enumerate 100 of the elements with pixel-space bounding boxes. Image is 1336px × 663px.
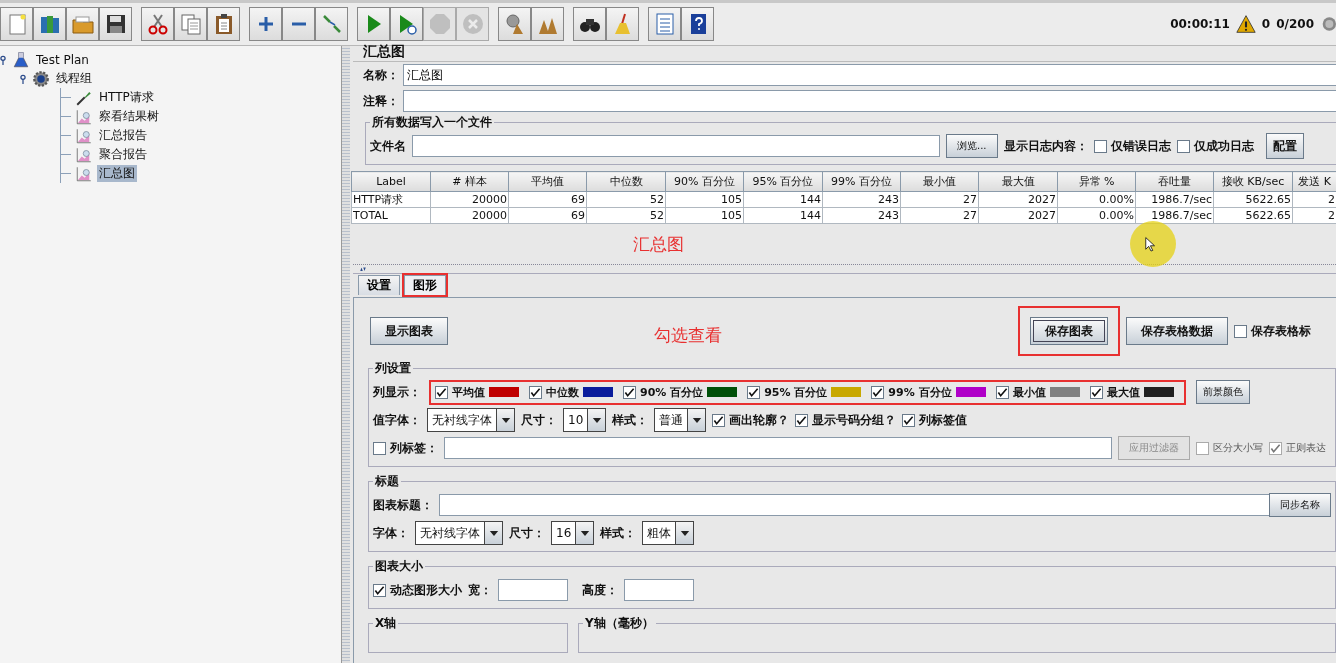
size-dropdown[interactable]: 16 (551, 521, 595, 545)
table-cell: 69 (508, 207, 587, 224)
checkbox[interactable] (435, 385, 448, 399)
stop-sign-icon (427, 12, 452, 36)
table-cell: 52 (586, 207, 666, 224)
width-field[interactable] (498, 579, 568, 601)
checkmark-icon (903, 414, 915, 426)
chart-title-field[interactable] (439, 494, 1271, 516)
save-graph-button[interactable]: 保存图表 (1030, 317, 1108, 345)
toolbar-button[interactable] (681, 7, 714, 41)
column-header[interactable]: 异常 % (1057, 171, 1136, 192)
table-cell: 27 (900, 191, 979, 208)
tree-item[interactable]: 聚合报告 (97, 146, 149, 163)
checkbox[interactable] (529, 385, 542, 399)
table-cell: 0.00% (1057, 191, 1136, 208)
height-field[interactable] (624, 579, 694, 601)
size-dropdown[interactable]: 10 (563, 408, 607, 432)
foreground-color-button[interactable]: 前景颜色 (1195, 380, 1250, 404)
checkbox[interactable] (1176, 139, 1190, 153)
column-header[interactable]: 最大值 (978, 171, 1058, 192)
column-header[interactable]: 发送 K (1292, 171, 1336, 192)
label-filter-field[interactable] (444, 437, 1112, 459)
checkmark-icon (374, 584, 385, 596)
column-header[interactable]: 90% 百分位 (665, 171, 744, 192)
color-swatch[interactable] (583, 387, 613, 397)
checkbox-label: 90% 百分位 (640, 384, 704, 400)
field-label: 文件名 (370, 137, 406, 155)
flask-icon (12, 50, 30, 69)
column-header[interactable]: 99% 百分位 (822, 171, 901, 192)
display-graph-button[interactable]: 显示图表 (370, 317, 448, 345)
color-swatch[interactable] (1143, 387, 1174, 397)
checkbox-label: 显示号码分组？ (812, 411, 897, 429)
dropdown-arrow-icon (579, 528, 590, 538)
group-title: 图表大小 (373, 558, 425, 575)
checkbox[interactable] (747, 385, 761, 399)
group-title: X轴 (373, 615, 399, 632)
group-title: 所有数据写入一个文件 (370, 114, 494, 131)
splitter-handle[interactable] (342, 46, 350, 663)
tree-item[interactable]: 汇总报告 (97, 127, 149, 144)
column-header[interactable]: 接收 KB/sec (1213, 171, 1293, 192)
toolbar-button[interactable] (99, 7, 132, 41)
status-icon (1320, 14, 1336, 34)
checkbox[interactable] (1234, 324, 1247, 338)
name-field[interactable]: 汇总图 (403, 64, 1336, 86)
color-swatch[interactable] (707, 387, 738, 397)
checkbox[interactable] (871, 385, 885, 399)
checkbox[interactable] (623, 385, 636, 399)
column-header[interactable]: # 样本 (430, 171, 509, 192)
configure-button[interactable]: 配置 (1265, 133, 1304, 159)
style-dropdown[interactable]: 普通 (654, 408, 707, 432)
checkbox[interactable] (902, 413, 916, 427)
table-cell: 243 (822, 191, 901, 208)
column-header[interactable]: 中位数 (586, 171, 666, 192)
color-swatch[interactable] (1049, 387, 1080, 397)
color-swatch[interactable] (955, 387, 986, 397)
table-cell: 20000 (430, 191, 509, 208)
column-header[interactable]: Label (351, 171, 431, 192)
elapsed-time: 00:00:11 (1170, 17, 1230, 31)
checkmark-icon (530, 386, 541, 398)
dropdown-arrow-icon (591, 415, 602, 425)
tab[interactable]: 图形 (404, 275, 446, 295)
checkmark-icon (713, 414, 725, 426)
checkbox[interactable] (1093, 139, 1107, 153)
checkbox[interactable] (1089, 385, 1103, 399)
dropdown-arrow-icon (488, 528, 499, 538)
tree-item[interactable]: 线程组 (54, 70, 94, 87)
checkbox-label: 平均值 (452, 384, 485, 400)
font-dropdown[interactable]: 无衬线字体 (415, 521, 503, 545)
chart-icon (75, 145, 93, 164)
checkbox[interactable] (995, 385, 1009, 399)
color-swatch[interactable] (831, 387, 862, 397)
toolbar-button[interactable] (573, 7, 606, 41)
comment-field[interactable] (403, 90, 1336, 112)
sync-name-button[interactable]: 同步名称 (1269, 493, 1331, 517)
checkbox[interactable] (712, 413, 726, 427)
checkbox[interactable] (795, 413, 809, 427)
thread-count: 0/200 (1276, 17, 1314, 31)
style-dropdown[interactable]: 粗体 (642, 521, 695, 545)
tab[interactable]: 设置 (358, 275, 400, 295)
save-table-button[interactable]: 保存表格数据 (1126, 317, 1228, 345)
font-dropdown[interactable]: 无衬线字体 (427, 408, 515, 432)
table-cell: TOTAL (351, 207, 431, 224)
browse-button[interactable]: 浏览... (946, 134, 998, 158)
column-header[interactable]: 最小值 (900, 171, 979, 192)
column-header[interactable]: 95% 百分位 (743, 171, 823, 192)
tree-item[interactable]: Test Plan (34, 52, 91, 67)
column-header[interactable]: 平均值 (508, 171, 587, 192)
tree-item[interactable]: HTTP请求 (97, 89, 156, 106)
toolbar-button[interactable] (207, 7, 240, 41)
checkmark-icon (796, 414, 808, 426)
checkbox[interactable] (373, 583, 386, 597)
tree-item[interactable]: 汇总图 (97, 165, 137, 182)
column-header[interactable]: 吞吐量 (1135, 171, 1214, 192)
tree-item[interactable]: 察看结果树 (97, 108, 161, 125)
color-swatch[interactable] (489, 387, 519, 397)
checkbox[interactable] (373, 441, 386, 455)
table-cell: 20000 (430, 207, 509, 224)
checkbox-label: 中位数 (546, 384, 579, 400)
checkbox-label: 95% 百分位 (764, 384, 828, 400)
file-field[interactable] (412, 135, 940, 157)
